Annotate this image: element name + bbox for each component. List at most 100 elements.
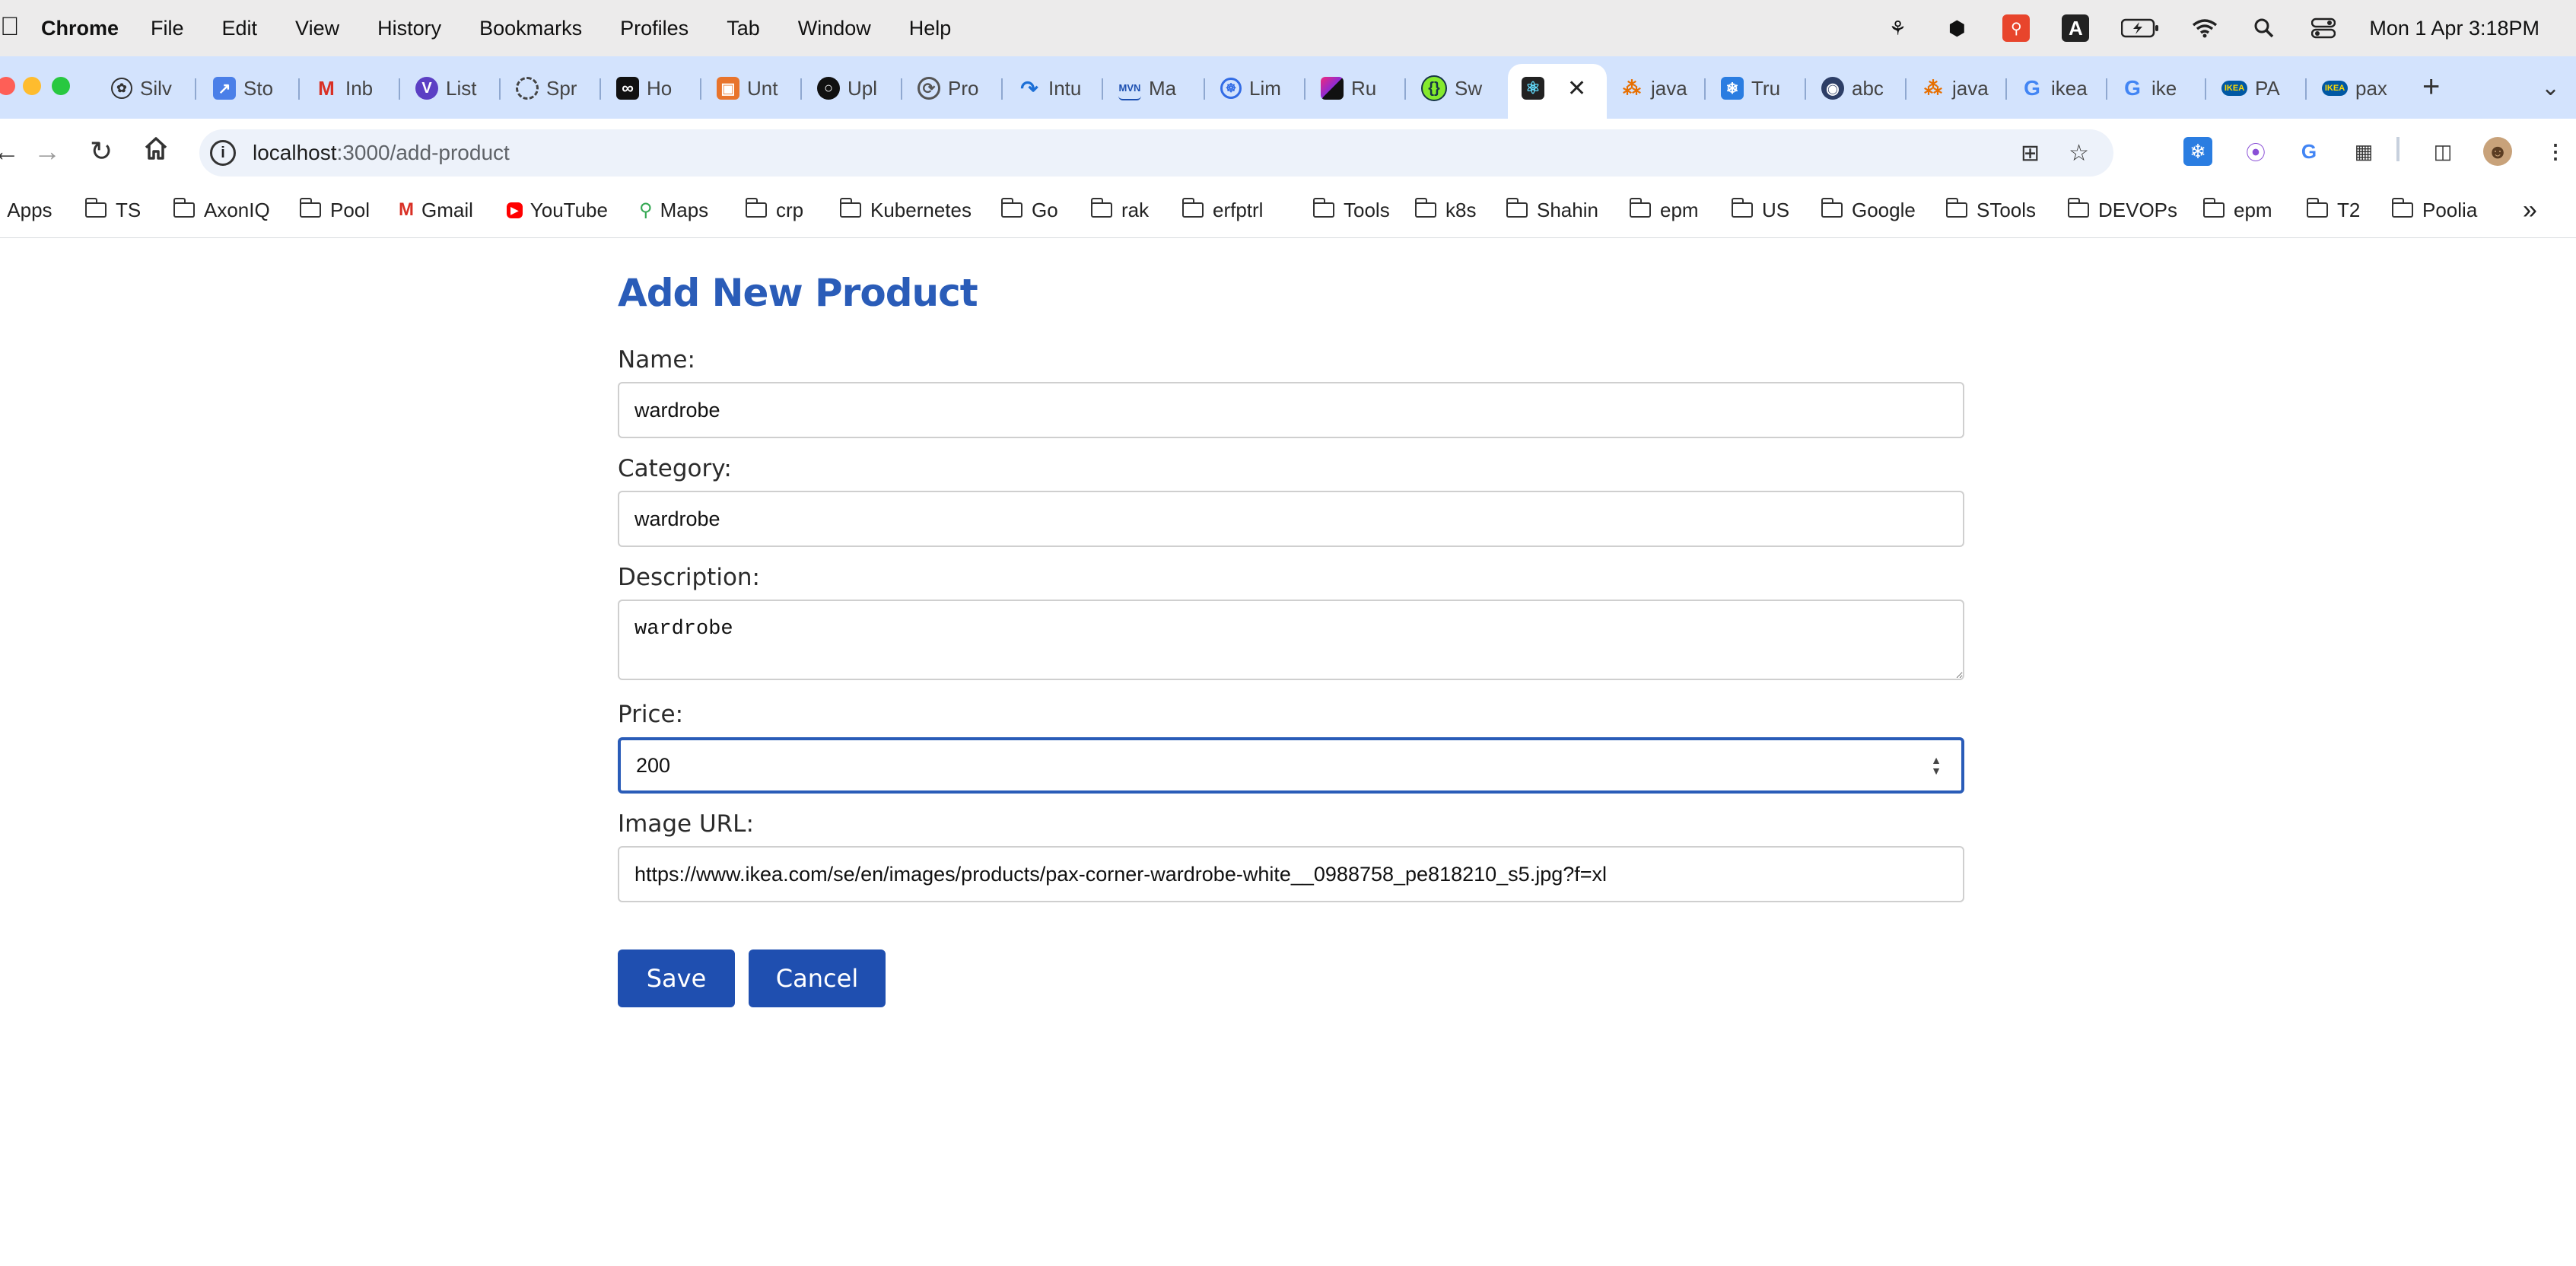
tab-abc[interactable]: ◉ abc xyxy=(1821,75,1894,102)
tab-inb[interactable]: M Inb xyxy=(315,75,388,102)
tab-separator xyxy=(1204,78,1205,100)
tab-java-2[interactable]: ⁂ java xyxy=(1922,75,1995,102)
extension-broadcast-icon[interactable]: ⦿ xyxy=(2241,137,2270,166)
bookmark-folder[interactable]: crp xyxy=(745,196,803,224)
menu-history[interactable]: History xyxy=(377,17,441,40)
forward-arrow-icon[interactable]: → xyxy=(33,135,61,167)
site-info-icon[interactable]: i xyxy=(210,140,236,166)
tab-sw[interactable]: {} Sw xyxy=(1421,75,1494,102)
bookmark-folder[interactable]: Kubernetes xyxy=(839,196,972,224)
bookmark-folder[interactable]: k8s xyxy=(1414,196,1476,224)
tab-lim[interactable]: ☸ Lim xyxy=(1220,75,1293,102)
address-bar[interactable]: i localhost:3000/add-product ⊞ ☆ xyxy=(199,129,2113,177)
chart-icon: ↗ xyxy=(213,77,236,100)
bookmark-apps[interactable]: ∷Apps xyxy=(0,196,52,224)
menu-bar-clock[interactable]: Mon 1 Apr 3:18PM xyxy=(2369,17,2539,40)
menu-edit[interactable]: Edit xyxy=(222,17,258,40)
battery-icon[interactable] xyxy=(2121,14,2159,42)
apple-icon[interactable]:  xyxy=(0,12,20,42)
back-arrow-icon[interactable]: ← xyxy=(0,135,20,167)
font-app-icon[interactable]: A xyxy=(2062,14,2090,42)
tab-pro[interactable]: ⟳ Pro xyxy=(918,75,991,102)
accessibility-icon[interactable]: ⚘ xyxy=(1884,14,1911,42)
price-input[interactable] xyxy=(618,737,1964,794)
tab-list[interactable]: V List xyxy=(415,75,488,102)
bookmark-folder[interactable]: rak xyxy=(1090,196,1149,224)
wifi-icon[interactable] xyxy=(2191,14,2218,42)
zoom-window-button[interactable] xyxy=(52,77,70,95)
menu-bookmarks[interactable]: Bookmarks xyxy=(479,17,582,40)
tab-ma[interactable]: MVN Ma xyxy=(1118,75,1191,102)
extension-snowflake-icon[interactable]: ❄ xyxy=(2183,137,2212,166)
tab-ru[interactable]: Ru xyxy=(1321,75,1394,102)
bookmark-folder[interactable]: epm xyxy=(1629,196,1699,224)
profile-avatar[interactable]: ☻ xyxy=(2483,137,2512,166)
tab-upl[interactable]: ○ Upl xyxy=(817,75,890,102)
tab-active-react[interactable]: ⚛ ✕ xyxy=(1522,75,1598,102)
menu-window[interactable]: Window xyxy=(798,17,871,40)
kebab-menu-icon[interactable]: ⋮ xyxy=(2541,137,2570,166)
tab-pax-2[interactable]: IKEA pax xyxy=(2322,75,2395,102)
tab-ikea-search-2[interactable]: G ike xyxy=(2121,75,2194,102)
bookmark-folder[interactable]: Pool xyxy=(299,196,370,224)
bookmark-folder[interactable]: Tools xyxy=(1312,196,1390,224)
control-center-icon[interactable] xyxy=(2310,14,2337,42)
menu-view[interactable]: View xyxy=(295,17,339,40)
tab-java[interactable]: ⁂ java xyxy=(1620,75,1693,102)
menu-tab[interactable]: Tab xyxy=(727,17,760,40)
close-tab-icon[interactable]: ✕ xyxy=(1567,75,1586,102)
menu-profiles[interactable]: Profiles xyxy=(620,17,689,40)
tab-unt[interactable]: ▣ Unt xyxy=(717,75,790,102)
tab-tru[interactable]: ❄ Tru xyxy=(1721,75,1794,102)
install-app-icon[interactable]: ⊞ xyxy=(2021,140,2040,167)
new-tab-plus-icon[interactable]: + xyxy=(2422,70,2440,104)
minimize-window-button[interactable] xyxy=(23,77,41,95)
menu-help[interactable]: Help xyxy=(909,17,952,40)
tab-spr[interactable]: Spr xyxy=(516,75,589,102)
price-stepper[interactable]: ▲ ▼ xyxy=(1928,753,1945,778)
bookmark-folder[interactable]: epm xyxy=(2202,196,2272,224)
save-button[interactable]: Save xyxy=(618,950,735,1007)
bookmark-folder[interactable]: Shahin xyxy=(1506,196,1598,224)
bookmark-folder[interactable]: DEVOPs xyxy=(2067,196,2177,224)
spotlight-search-icon[interactable] xyxy=(2250,14,2278,42)
bookmark-youtube[interactable]: ▶ YouTube xyxy=(507,196,608,224)
bookmark-folder[interactable]: AxonIQ xyxy=(173,196,270,224)
bookmark-gmail[interactable]: M Gmail xyxy=(399,196,473,224)
name-input[interactable] xyxy=(618,382,1964,438)
chevron-down-icon[interactable]: ▼ xyxy=(1931,765,1942,776)
tab-ikea-search[interactable]: G ikea xyxy=(2021,75,2094,102)
app-name-menu[interactable]: Chrome xyxy=(41,17,119,40)
side-panel-icon[interactable]: ◫ xyxy=(2428,137,2457,166)
bookmark-folder[interactable]: TS xyxy=(84,196,141,224)
bookmark-star-icon[interactable]: ☆ xyxy=(2069,140,2089,167)
tab-sto[interactable]: ↗ Sto xyxy=(213,75,286,102)
bookmarks-overflow-chevron-icon[interactable]: » xyxy=(2523,196,2537,224)
key-app-icon[interactable]: ⚲ xyxy=(2002,14,2031,42)
description-textarea[interactable]: wardrobe xyxy=(618,600,1964,680)
bookmark-folder[interactable]: STools xyxy=(1945,196,2036,224)
bookmark-folder[interactable]: Google xyxy=(1821,196,1916,224)
tab-pax[interactable]: IKEA PA xyxy=(2221,75,2295,102)
cancel-button[interactable]: Cancel xyxy=(749,950,886,1007)
tab-ho[interactable]: ∞ Ho xyxy=(616,75,689,102)
menu-file[interactable]: File xyxy=(151,17,184,40)
tab-search-chevron-icon[interactable]: ⌄ xyxy=(2541,75,2560,101)
cube-icon[interactable]: ⬢ xyxy=(1943,14,1970,42)
bookmark-folder[interactable]: Go xyxy=(1000,196,1058,224)
tab-intu[interactable]: ↷ Intu xyxy=(1018,75,1091,102)
home-icon[interactable] xyxy=(143,135,169,168)
bookmark-folder[interactable]: T2 xyxy=(2306,196,2360,224)
category-input[interactable] xyxy=(618,491,1964,547)
image-url-input[interactable] xyxy=(618,846,1964,902)
bookmark-folder[interactable]: US xyxy=(1731,196,1789,224)
reload-icon[interactable]: ↻ xyxy=(90,135,113,167)
extension-translate-icon[interactable]: G xyxy=(2295,137,2323,166)
bookmark-folder[interactable]: Poolia xyxy=(2391,196,2477,224)
chevron-up-icon[interactable]: ▲ xyxy=(1931,755,1942,765)
extensions-puzzle-icon[interactable]: ▦ xyxy=(2349,137,2378,166)
bookmark-maps[interactable]: ⚲ Maps xyxy=(639,196,708,224)
address-url[interactable]: localhost:3000/add-product xyxy=(253,141,510,165)
bookmark-folder[interactable]: erfptrl xyxy=(1181,196,1263,224)
tab-silv[interactable]: ✿ Silv xyxy=(111,75,184,102)
